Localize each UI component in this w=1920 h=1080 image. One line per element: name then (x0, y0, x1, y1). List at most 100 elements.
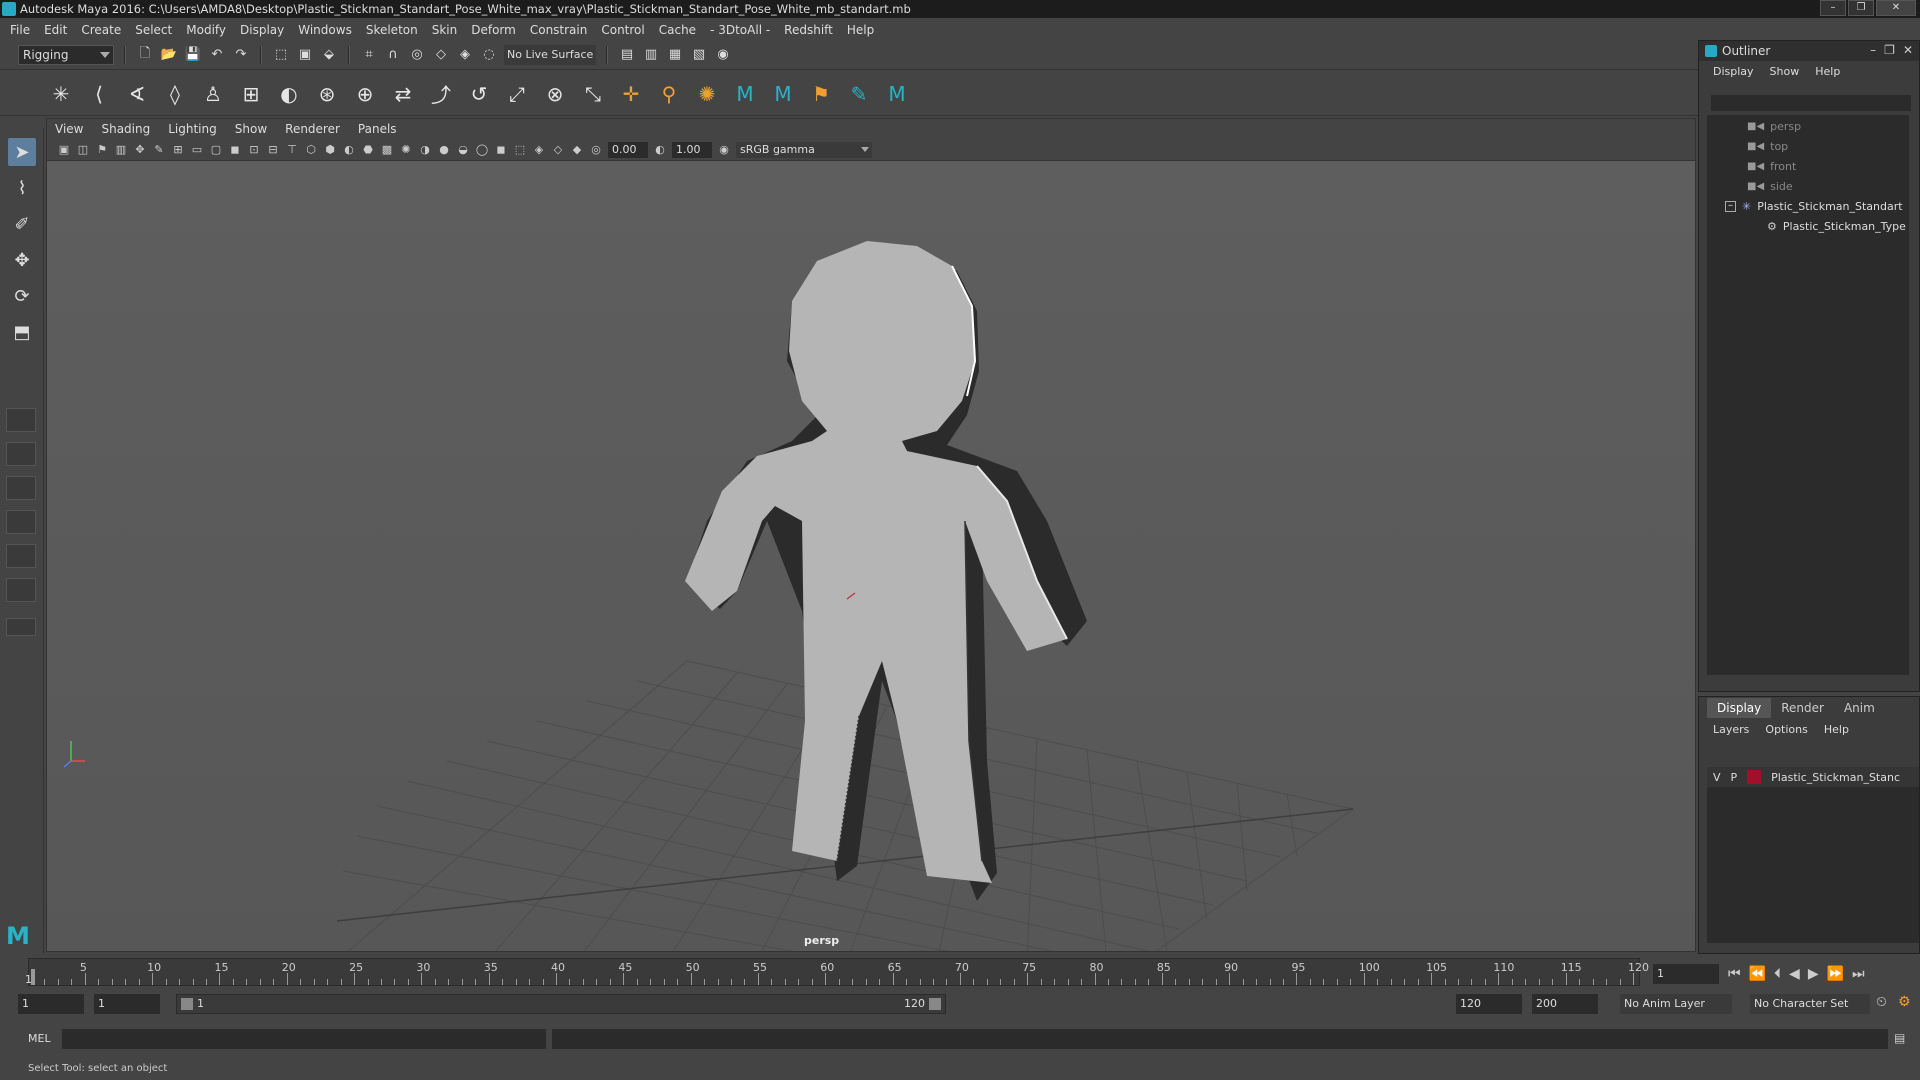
lasso-tool-icon[interactable]: ⌇ (8, 174, 36, 202)
range-slider-end-handle[interactable] (929, 998, 941, 1010)
vp-menu-lighting[interactable]: Lighting (168, 122, 217, 136)
play-back-icon[interactable]: ◀ (1789, 966, 1800, 982)
range-slider-start-handle[interactable] (181, 998, 193, 1010)
maximize-button[interactable]: ❐ (1848, 0, 1874, 16)
point-constraint-icon[interactable]: ⤴ (428, 81, 454, 107)
menu-deform[interactable]: Deform (471, 23, 516, 37)
pole-vector-icon[interactable]: ⤡ (580, 81, 606, 107)
gamma-field[interactable]: 1.00 (672, 141, 712, 158)
lattice-icon[interactable]: ⊛ (314, 81, 340, 107)
script-editor-icon[interactable]: ▤ (1894, 1031, 1905, 1045)
paint-tool-icon[interactable]: ✎ (846, 81, 872, 107)
select-object-icon[interactable]: ▣ (296, 46, 314, 64)
parent-constraint-icon[interactable]: ⇄ (390, 81, 416, 107)
select-component-icon[interactable]: ⬙ (320, 46, 338, 64)
ik-fk-switch-icon[interactable]: ⚲ (656, 81, 682, 107)
vp-menu-view[interactable]: View (55, 122, 83, 136)
view-transform-select[interactable]: sRGB gamma (736, 141, 872, 158)
persp-hypershade-layout-button[interactable] (6, 544, 36, 568)
time-slider-track[interactable]: 1 5 10 15 20 25 30 35 40 45 50 55 60 65 70 75 80 85 90 95 1… (25, 958, 1649, 986)
wireframe-on-shaded-icon[interactable]: ⬣ (361, 143, 375, 157)
display-layer-icon[interactable]: ⚑ (808, 81, 834, 107)
gamma-icon[interactable]: ◐ (653, 143, 667, 157)
tab-display[interactable]: Display (1707, 698, 1772, 718)
animation-start-field[interactable]: 1 (18, 994, 84, 1014)
color-management-icon[interactable]: ◉ (717, 143, 731, 157)
render-settings-icon[interactable]: ▤ (618, 46, 636, 64)
bookmark-icon[interactable]: ⚑ (95, 143, 109, 157)
select-hierarchy-icon[interactable]: ⬚ (272, 46, 290, 64)
persp-render-layout-button[interactable] (6, 578, 36, 602)
move-tool-icon[interactable]: ✥ (8, 246, 36, 274)
orient-constraint-icon[interactable]: ↺ (466, 81, 492, 107)
more-layouts-button[interactable] (6, 618, 36, 636)
menu-constrain[interactable]: Constrain (530, 23, 588, 37)
paint-weights-icon[interactable]: ◐ (276, 81, 302, 107)
image-plane-icon[interactable]: ▥ (114, 143, 128, 157)
vp-menu-panels[interactable]: Panels (358, 122, 397, 136)
menu-file[interactable]: File (10, 23, 30, 37)
snap-plane-icon[interactable]: ◇ (432, 46, 450, 64)
smooth-shade-icon[interactable]: ⬢ (323, 143, 337, 157)
depth-of-field-icon[interactable]: ◼ (494, 143, 508, 157)
outliner-menu-help[interactable]: Help (1815, 65, 1840, 78)
undo-icon[interactable]: ↶ (208, 46, 226, 64)
wireframe-icon[interactable]: ⬡ (304, 143, 318, 157)
hypershade-icon[interactable]: ◉ (714, 46, 732, 64)
camera-attributes-icon[interactable]: ◫ (76, 143, 90, 157)
menu-modify[interactable]: Modify (186, 23, 226, 37)
auto-key-icon[interactable]: ⏲ (1876, 994, 1887, 1010)
open-scene-icon[interactable]: 📂 (160, 46, 178, 64)
go-to-end-icon[interactable]: ⏭ (1852, 966, 1865, 982)
collapse-icon[interactable]: – (1725, 200, 1736, 212)
single-perspective-layout-button[interactable] (6, 408, 36, 432)
menu-edit[interactable]: Edit (44, 23, 67, 37)
menu-select[interactable]: Select (135, 23, 172, 37)
ik-spline-icon[interactable]: ◊ (162, 81, 188, 107)
layer-menu-options[interactable]: Options (1765, 723, 1807, 736)
current-time-indicator[interactable] (31, 969, 35, 985)
cluster-icon[interactable]: ⊕ (352, 81, 378, 107)
menu-skin[interactable]: Skin (432, 23, 458, 37)
bind-skin-icon[interactable]: ⊞ (238, 81, 264, 107)
film-gate-icon[interactable]: ▭ (190, 143, 204, 157)
outliner-minimize-icon[interactable]: – (1870, 43, 1876, 57)
menu-control[interactable]: Control (601, 23, 644, 37)
animation-end-field[interactable]: 200 (1532, 994, 1598, 1014)
textured-icon[interactable]: ▩ (380, 143, 394, 157)
grease-pencil-icon[interactable]: ✎ (152, 143, 166, 157)
new-scene-icon[interactable]: 🗋 (136, 46, 154, 64)
preferences-icon[interactable]: ⚙ (1898, 994, 1911, 1010)
set-driven-key-icon[interactable]: ✺ (694, 81, 720, 107)
outliner-close-icon[interactable]: ✕ (1903, 43, 1913, 57)
ik-handle-icon[interactable]: ∢ (124, 81, 150, 107)
menu-display[interactable]: Display (240, 23, 284, 37)
outliner-item[interactable]: ■◀ side (1747, 177, 1793, 195)
menu-windows[interactable]: Windows (298, 23, 352, 37)
maya-script-3-icon[interactable]: M (884, 81, 910, 107)
go-to-start-icon[interactable]: ⏮ (1728, 966, 1741, 982)
grid-toggle-icon[interactable]: ⊞ (171, 143, 185, 157)
paint-select-tool-icon[interactable]: ✐ (8, 210, 36, 238)
play-forward-icon[interactable]: ▶ (1808, 966, 1819, 982)
layer-playback-toggle[interactable]: P (1731, 771, 1738, 784)
vp-menu-shading[interactable]: Shading (101, 122, 150, 136)
menu-help[interactable]: Help (847, 23, 874, 37)
minimize-button[interactable]: – (1820, 0, 1846, 16)
isolate-select-icon[interactable]: ⬚ (513, 143, 527, 157)
range-slider[interactable]: 1 120 (176, 994, 946, 1014)
safe-action-icon[interactable]: ⊟ (266, 143, 280, 157)
snap-point-icon[interactable]: ◎ (408, 46, 426, 64)
four-view-layout-button[interactable] (6, 442, 36, 466)
menu-cache[interactable]: Cache (659, 23, 696, 37)
layer-row[interactable]: V P Plastic_Stickman_Stanc (1707, 767, 1919, 787)
persp-outliner-layout-button[interactable] (6, 476, 36, 500)
current-frame-field[interactable]: 1 (1653, 964, 1719, 984)
ipr-render-icon[interactable]: ▦ (666, 46, 684, 64)
outliner-maximize-icon[interactable]: ❐ (1884, 43, 1895, 57)
menu-3dtoall[interactable]: - 3DtoAll - (710, 23, 770, 37)
xray-icon[interactable]: ◈ (532, 143, 546, 157)
tab-anim[interactable]: Anim (1834, 698, 1885, 718)
outliner-item[interactable]: ■◀ front (1747, 157, 1796, 175)
xray-components-icon[interactable]: ◆ (570, 143, 584, 157)
